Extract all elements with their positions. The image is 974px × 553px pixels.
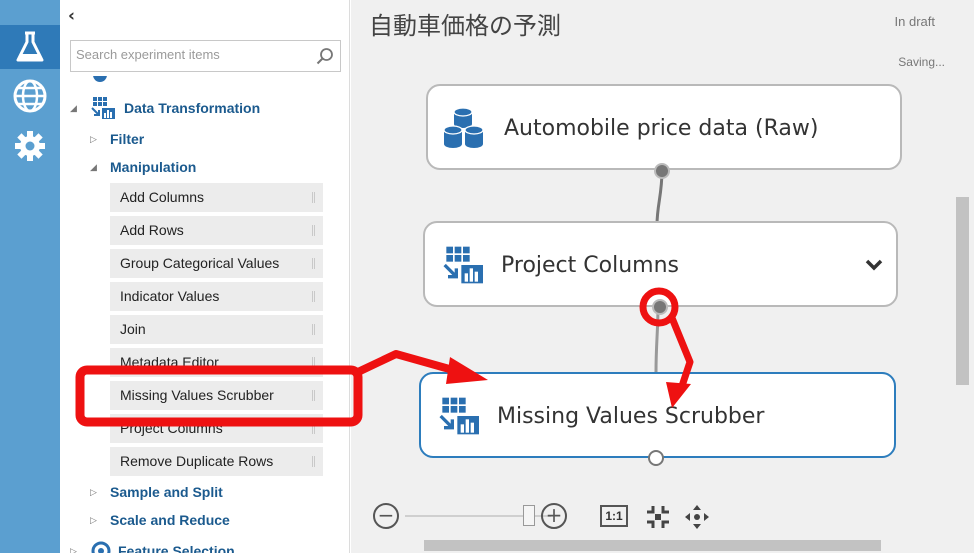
experiment-title[interactable]: 自動車価格の予測 (369, 6, 561, 41)
collapsed-caret-icon: ▷ (70, 545, 77, 553)
expanded-caret-icon: ◢ (90, 161, 97, 172)
canvas-vertical-scrollbar-thumb[interactable] (956, 197, 969, 385)
subcategory-label: Sample and Split (110, 484, 223, 500)
fit-to-screen-icon[interactable] (645, 504, 671, 530)
drag-handle-icon[interactable] (312, 192, 315, 203)
drag-handle-icon[interactable] (312, 291, 315, 302)
module-node-label: Missing Values Scrubber (497, 404, 765, 429)
collapsed-caret-icon: ▷ (90, 514, 97, 525)
module-join[interactable]: Join (110, 315, 323, 344)
canvas-horizontal-scrollbar-thumb[interactable] (424, 540, 881, 551)
collapsed-caret-icon: ▷ (90, 133, 97, 144)
zoom-toolbar: − + 1:1 (371, 500, 721, 534)
draft-status: In draft (894, 14, 935, 29)
subcategory-label: Filter (110, 131, 145, 147)
database-icon (443, 107, 484, 148)
subcategory-manipulation[interactable]: ◢ Manipulation (90, 159, 196, 175)
globe-icon (13, 79, 47, 113)
module-missing-values-scrubber[interactable]: Missing Values Scrubber (110, 381, 323, 410)
data-transform-icon (443, 246, 483, 284)
web-services-nav-button[interactable] (0, 74, 60, 118)
zoom-in-button[interactable]: + (541, 503, 567, 529)
category-label: Feature Selection (118, 543, 235, 553)
azure-ml-studio: ‹ ◢ Data Transformati (0, 0, 974, 553)
canvas-horizontal-scrollbar[interactable] (351, 538, 956, 553)
module-indicator-values[interactable]: Indicator Values (110, 282, 323, 311)
gear-icon (15, 131, 45, 161)
collapse-palette-button[interactable]: ‹ (68, 6, 75, 26)
drag-handle-icon[interactable] (312, 423, 315, 434)
scrolled-item-fragment (93, 76, 107, 82)
module-node-missing-values-scrubber[interactable]: Missing Values Scrubber (419, 372, 896, 466)
canvas-vertical-scrollbar[interactable] (955, 40, 970, 540)
output-port[interactable] (648, 450, 664, 466)
drag-handle-icon[interactable] (312, 258, 315, 269)
data-transform-icon (439, 397, 479, 435)
subcategory-sample-and-split[interactable]: ▷ Sample and Split (90, 484, 223, 500)
output-port[interactable] (654, 163, 670, 179)
category-feature-selection[interactable]: ▷ Feature Selection (70, 540, 235, 553)
drag-handle-icon[interactable] (312, 225, 315, 236)
experiment-canvas[interactable]: 自動車価格の予測 In draft Saving... Automobile p… (351, 0, 974, 553)
module-palette: ‹ ◢ Data Transformati (60, 0, 350, 553)
module-group-categorical-values[interactable]: Group Categorical Values (110, 249, 323, 278)
module-node-dataset[interactable]: Automobile price data (Raw) (426, 84, 902, 179)
chevron-down-icon[interactable] (865, 258, 883, 272)
zoom-slider-thumb[interactable] (523, 505, 536, 526)
module-node-label: Project Columns (501, 253, 679, 278)
settings-nav-button[interactable] (0, 124, 60, 168)
feature-selection-icon (91, 541, 111, 553)
module-node-project-columns[interactable]: Project Columns (423, 221, 898, 315)
drag-handle-icon[interactable] (312, 324, 315, 335)
output-port[interactable] (652, 299, 668, 315)
drag-handle-icon[interactable] (312, 456, 315, 467)
actual-size-button[interactable]: 1:1 (600, 505, 628, 527)
nav-rail (0, 0, 60, 553)
data-transform-icon (91, 97, 115, 119)
module-node-label: Automobile price data (Raw) (504, 116, 819, 141)
experiments-nav-button[interactable] (0, 25, 60, 69)
module-metadata-editor[interactable]: Metadata Editor (110, 348, 323, 377)
expanded-caret-icon: ◢ (70, 102, 77, 113)
search-input[interactable] (76, 47, 306, 62)
category-data-transformation[interactable]: ◢ Data Transformation (70, 96, 260, 120)
search-box[interactable] (70, 40, 341, 72)
flask-icon (16, 31, 44, 62)
module-add-columns[interactable]: Add Columns (110, 183, 323, 212)
collapsed-caret-icon: ▷ (90, 486, 97, 497)
search-icon[interactable] (316, 47, 334, 65)
saving-status: Saving... (898, 55, 945, 69)
subcategory-label: Scale and Reduce (110, 512, 230, 528)
subcategory-label: Manipulation (110, 159, 197, 175)
subcategory-scale-and-reduce[interactable]: ▷ Scale and Reduce (90, 512, 230, 528)
module-project-columns[interactable]: Project Columns (110, 414, 323, 443)
pan-icon[interactable] (684, 504, 710, 530)
category-label: Data Transformation (124, 100, 261, 116)
module-remove-duplicate-rows[interactable]: Remove Duplicate Rows (110, 447, 323, 476)
zoom-out-button[interactable]: − (373, 503, 399, 529)
module-add-rows[interactable]: Add Rows (110, 216, 323, 245)
subcategory-filter[interactable]: ▷ Filter (90, 131, 144, 147)
drag-handle-icon[interactable] (312, 357, 315, 368)
drag-handle-icon[interactable] (312, 390, 315, 401)
